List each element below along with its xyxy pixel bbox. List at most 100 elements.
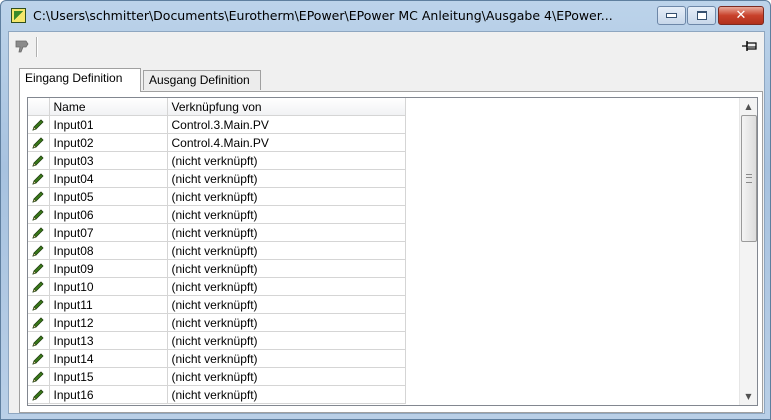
minimize-icon [666, 13, 677, 18]
title-bar[interactable]: C:\Users\schmitter\Documents\Eurotherm\E… [1, 1, 770, 31]
pencil-icon[interactable] [28, 295, 50, 314]
table-row[interactable]: Input10 (nicht verknüpft) [28, 277, 406, 296]
row-name: Input06 [49, 205, 168, 224]
tab-eingang-definition[interactable]: Eingang Definition [19, 68, 141, 92]
row-name: Input15 [49, 367, 168, 386]
tab-panel: Name Verknüpfung von Input01 Control.3.Ma… [19, 91, 763, 413]
pencil-icon [32, 353, 44, 365]
pencil-icon[interactable] [28, 313, 50, 332]
pencil-icon[interactable] [28, 115, 50, 134]
table-row[interactable]: Input13 (nicht verknüpft) [28, 331, 406, 350]
pencil-icon [32, 317, 44, 329]
table-row[interactable]: Input14 (nicht verknüpft) [28, 349, 406, 368]
table-row[interactable]: Input15 (nicht verknüpft) [28, 367, 406, 386]
table-row[interactable]: Input03 (nicht verknüpft) [28, 151, 406, 170]
table-row[interactable]: Input08 (nicht verknüpft) [28, 241, 406, 260]
window-title: C:\Users\schmitter\Documents\Eurotherm\E… [33, 8, 613, 23]
pencil-icon[interactable] [28, 205, 50, 224]
row-link: (nicht verknüpft) [167, 277, 406, 296]
pencil-icon [32, 119, 44, 131]
row-link: (nicht verknüpft) [167, 205, 406, 224]
table-row[interactable]: Input04 (nicht verknüpft) [28, 169, 406, 188]
table-row[interactable]: Input05 (nicht verknüpft) [28, 187, 406, 206]
pencil-icon[interactable] [28, 331, 50, 350]
dock-pin-icon[interactable] [742, 41, 758, 51]
pencil-icon [32, 335, 44, 347]
pencil-icon[interactable] [28, 223, 50, 242]
pencil-icon[interactable] [28, 151, 50, 170]
column-header-name[interactable]: Name [49, 98, 168, 116]
row-link: (nicht verknüpft) [167, 187, 406, 206]
table-row[interactable]: Input02 Control.4.Main.PV [28, 133, 406, 152]
maximize-icon [696, 11, 707, 20]
pencil-icon[interactable] [28, 277, 50, 296]
row-link: (nicht verknüpft) [167, 295, 406, 314]
table-row[interactable]: Input16 (nicht verknüpft) [28, 385, 406, 404]
pencil-icon [32, 281, 44, 293]
row-name: Input01 [49, 115, 168, 134]
scrollbar-thumb[interactable] [741, 115, 757, 242]
row-link: (nicht verknüpft) [167, 259, 406, 278]
table-header: Name Verknüpfung von [28, 98, 406, 116]
pencil-icon [32, 245, 44, 257]
pencil-icon[interactable] [28, 169, 50, 188]
minimize-button[interactable] [657, 6, 686, 25]
pencil-icon [32, 263, 44, 275]
table-row[interactable]: Input09 (nicht verknüpft) [28, 259, 406, 278]
pencil-icon [32, 155, 44, 167]
row-name: Input04 [49, 169, 168, 188]
pencil-icon [32, 299, 44, 311]
pencil-icon [32, 389, 44, 401]
row-link: Control.3.Main.PV [167, 115, 406, 134]
pencil-icon[interactable] [28, 385, 50, 404]
table-row[interactable]: Input06 (nicht verknüpft) [28, 205, 406, 224]
toolbar [9, 32, 764, 62]
close-icon: ✕ [735, 8, 747, 23]
pencil-icon[interactable] [28, 187, 50, 206]
row-link: (nicht verknüpft) [167, 331, 406, 350]
pencil-icon [32, 227, 44, 239]
row-name: Input08 [49, 241, 168, 260]
row-link: (nicht verknüpft) [167, 385, 406, 404]
column-header-link[interactable]: Verknüpfung von [167, 98, 406, 116]
table-row[interactable]: Input12 (nicht verknüpft) [28, 313, 406, 332]
tab-ausgang-definition[interactable]: Ausgang Definition [143, 70, 261, 90]
client-area: Eingang Definition Ausgang Definition Na… [8, 31, 765, 414]
input-list[interactable]: Name Verknüpfung von Input01 Control.3.Ma… [27, 97, 758, 406]
row-link: Control.4.Main.PV [167, 133, 406, 152]
column-header-icon[interactable] [28, 98, 50, 116]
pencil-icon [32, 191, 44, 203]
pencil-icon[interactable] [28, 367, 50, 386]
row-name: Input03 [49, 151, 168, 170]
row-link: (nicht verknüpft) [167, 313, 406, 332]
row-link: (nicht verknüpft) [167, 367, 406, 386]
row-name: Input12 [49, 313, 168, 332]
vertical-scrollbar[interactable]: ▲ ▼ [739, 98, 757, 405]
row-link: (nicht verknüpft) [167, 241, 406, 260]
pencil-icon [32, 173, 44, 185]
pencil-icon [32, 371, 44, 383]
close-button[interactable]: ✕ [718, 6, 764, 25]
row-link: (nicht verknüpft) [167, 349, 406, 368]
scroll-down-arrow-icon[interactable]: ▼ [740, 388, 757, 405]
scroll-up-arrow-icon[interactable]: ▲ [740, 98, 757, 115]
table-row[interactable]: Input11 (nicht verknüpft) [28, 295, 406, 314]
maximize-button[interactable] [687, 6, 716, 25]
row-name: Input10 [49, 277, 168, 296]
table-row[interactable]: Input01 Control.3.Main.PV [28, 115, 406, 134]
row-name: Input05 [49, 187, 168, 206]
table-row[interactable]: Input07 (nicht verknüpft) [28, 223, 406, 242]
app-icon[interactable] [11, 8, 26, 23]
pencil-icon[interactable] [28, 349, 50, 368]
row-link: (nicht verknüpft) [167, 151, 406, 170]
row-name: Input07 [49, 223, 168, 242]
pencil-icon[interactable] [28, 259, 50, 278]
row-name: Input09 [49, 259, 168, 278]
pencil-icon[interactable] [28, 241, 50, 260]
row-name: Input16 [49, 385, 168, 404]
row-name: Input14 [49, 349, 168, 368]
pencil-icon[interactable] [28, 133, 50, 152]
row-name: Input11 [49, 295, 168, 314]
pin-icon[interactable] [15, 39, 29, 53]
row-name: Input02 [49, 133, 168, 152]
